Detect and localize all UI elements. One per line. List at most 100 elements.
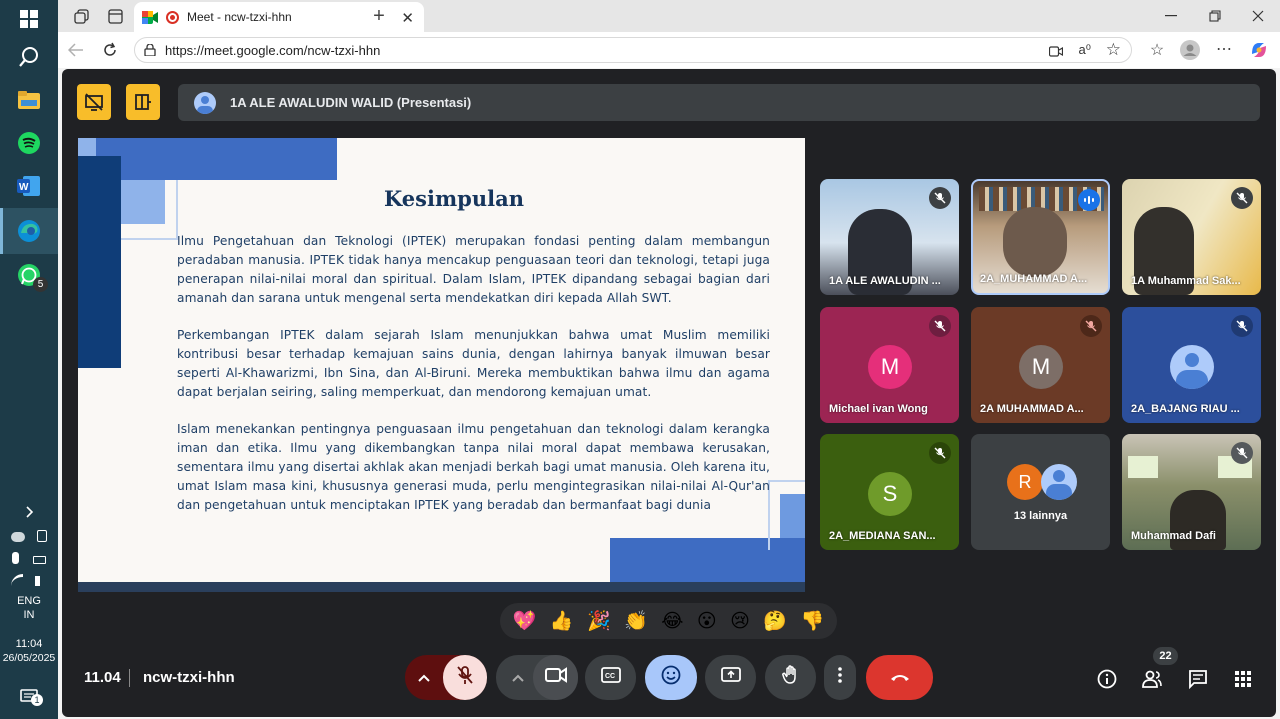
hand-icon (781, 665, 800, 690)
language-label: ENG (17, 595, 41, 607)
participant-tile-speaking[interactable]: 2A_MUHAMMAD A... (971, 179, 1110, 295)
reactions-button[interactable] (645, 655, 697, 700)
close-window-icon[interactable] (1248, 6, 1268, 26)
participant-name: 1A ALE AWALUDIN ... (829, 275, 941, 287)
activities-button[interactable] (1227, 663, 1259, 695)
reaction-sparkling-heart[interactable]: 💖 (513, 611, 537, 631)
captions-button[interactable]: CC (585, 655, 636, 700)
battery-icon[interactable] (33, 556, 46, 564)
minimize-icon[interactable] (1161, 6, 1181, 26)
participant-video (1003, 207, 1067, 277)
show-hidden-icons[interactable] (0, 506, 58, 522)
reaction-thumbs-up[interactable]: 👍 (550, 611, 574, 631)
others-tile[interactable]: R 13 lainnya (971, 434, 1110, 550)
participant-name: Muhammad Dafi (1131, 530, 1216, 542)
more-options-button[interactable] (824, 655, 856, 700)
settings-more-icon[interactable]: ⋯ (1214, 39, 1234, 59)
back-icon[interactable] (66, 40, 86, 60)
meeting-details-button[interactable] (1091, 663, 1123, 695)
tray-row-1 (0, 530, 58, 549)
mic-off-icon (456, 665, 474, 690)
clock-time: 11:04 (15, 638, 43, 650)
region-label: IN (23, 609, 35, 621)
address-bar[interactable]: https://meet.google.com/ncw-tzxi-hhn a⁰ … (134, 37, 1132, 63)
participant-avatar: M (1019, 345, 1063, 389)
participant-tile[interactable]: S 2A_MEDIANA SAN... (820, 434, 959, 550)
tab-close-icon[interactable]: ✕ (401, 9, 414, 27)
people-count-badge: 22 (1153, 647, 1178, 665)
presenter-label: 1A ALE AWALUDIN WALID (Presentasi) (230, 95, 472, 110)
others-count-label: 13 lainnya (1013, 510, 1068, 522)
reactions-bar: 💖 👍 🎉 👏 😂 😮 😢 🤔 👎 (500, 603, 837, 639)
wifi-icon[interactable] (11, 574, 23, 586)
participant-avatar (1170, 345, 1214, 389)
leave-call-button[interactable] (866, 655, 933, 700)
presenter-avatar (194, 91, 216, 114)
search-icon[interactable] (14, 42, 44, 72)
mic-off-icon (929, 187, 951, 209)
microphone-toggle[interactable] (443, 655, 487, 700)
participant-tile[interactable]: M 2A MUHAMMAD A... (971, 307, 1110, 423)
present-screen-button[interactable] (705, 655, 756, 700)
meet-tray-icon[interactable] (37, 530, 47, 542)
word-icon[interactable]: W (14, 171, 44, 201)
clock-date: 26/05/2025 (2, 652, 56, 664)
mic-off-icon (1231, 187, 1253, 209)
hide-presentation-button[interactable] (77, 84, 111, 120)
new-tab-icon[interactable]: + (368, 5, 390, 27)
restore-icon[interactable] (1205, 6, 1225, 26)
slide-paragraph-2: Perkembangan IPTEK dalam sejarah Islam m… (177, 328, 770, 399)
reaction-thumbs-down[interactable]: 👎 (801, 611, 825, 631)
presentation-slide: Kesimpulan Ilmu Pengetahuan dan Teknolog… (78, 138, 805, 592)
participant-name: 1A Muhammad Sak... (1131, 275, 1241, 287)
chat-button[interactable] (1182, 663, 1214, 695)
raise-hand-button[interactable] (765, 655, 816, 700)
tab-actions-icon[interactable] (106, 7, 124, 25)
site-info-icon[interactable] (144, 43, 156, 57)
workspaces-icon[interactable] (72, 7, 90, 25)
edge-icon[interactable] (14, 216, 44, 246)
participant-tile[interactable]: M Michael ivan Wong (820, 307, 959, 423)
controls-divider (129, 669, 130, 687)
reaction-party-popper[interactable]: 🎉 (587, 611, 611, 631)
windows-start-icon[interactable] (14, 4, 44, 34)
svg-text:CC: CC (605, 673, 615, 680)
favorites-icon[interactable]: ☆ (1147, 40, 1167, 60)
whatsapp-badge: 5 (33, 277, 48, 292)
participant-name: 2A_MUHAMMAD A... (980, 273, 1088, 285)
meet-call: 1A ALE AWALUDIN WALID (Presentasi) Kesim… (62, 69, 1276, 717)
participant-tile[interactable]: 1A Muhammad Sak... (1122, 179, 1261, 295)
language-indicator[interactable]: ENG IN (0, 594, 58, 622)
layout-button[interactable] (126, 84, 160, 120)
camera-toggle[interactable] (533, 655, 578, 700)
video-camera-icon (544, 667, 567, 688)
volume-icon[interactable] (35, 576, 47, 586)
reaction-thinking[interactable]: 🤔 (763, 611, 787, 631)
participant-tile[interactable]: 2A_BAJANG RIAU ... (1122, 307, 1261, 423)
read-aloud-icon[interactable]: a⁰ (1079, 42, 1091, 58)
url-text: https://meet.google.com/ncw-tzxi-hhn (165, 42, 381, 58)
reaction-tears-of-joy[interactable]: 😂 (661, 611, 683, 631)
hang-up-icon (889, 669, 911, 687)
chevron-up-icon (418, 669, 430, 687)
refresh-icon[interactable] (100, 40, 120, 60)
reaction-surprised[interactable]: 😮 (697, 611, 717, 631)
participant-tile[interactable]: 1A ALE AWALUDIN ... (820, 179, 959, 295)
profile-avatar[interactable] (1179, 39, 1201, 61)
reaction-crying[interactable]: 😢 (730, 611, 750, 631)
microphone-icon[interactable] (12, 552, 19, 564)
camera-in-use-icon[interactable] (1048, 45, 1064, 60)
reaction-clapping[interactable]: 👏 (624, 611, 648, 631)
favorite-star-icon[interactable]: ☆ (1106, 40, 1121, 60)
file-explorer-icon[interactable] (14, 85, 44, 115)
speaking-indicator-icon (1078, 189, 1100, 211)
copilot-icon[interactable] (1248, 39, 1270, 61)
meeting-controls: 11.04 ncw-tzxi-hhn CC 22 (62, 647, 1276, 717)
mic-off-icon (929, 442, 951, 464)
classroom-window (1128, 456, 1158, 478)
people-button[interactable] (1136, 663, 1168, 695)
spotify-icon[interactable] (14, 128, 44, 158)
onedrive-icon[interactable] (11, 532, 25, 542)
clock[interactable]: 11:04 26/05/2025 (0, 637, 58, 665)
participant-tile[interactable]: Muhammad Dafi (1122, 434, 1261, 550)
